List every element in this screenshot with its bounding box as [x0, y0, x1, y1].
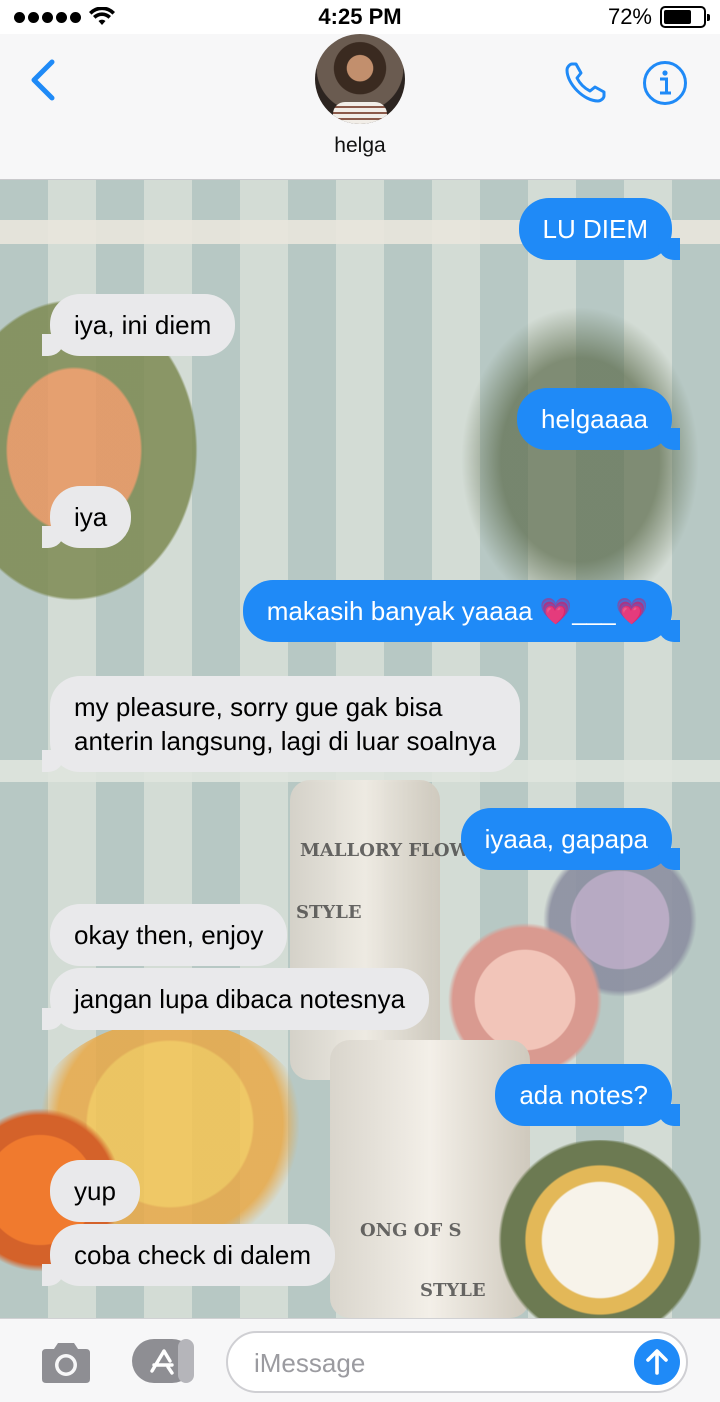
battery-area: 72%	[607, 4, 710, 30]
sent-message-bubble[interactable]: makasih banyak yaaaa 💗___💗	[242, 580, 681, 642]
apps-button[interactable]	[130, 1337, 196, 1385]
conversation-header: helga	[0, 34, 720, 180]
received-message-bubble[interactable]: iya	[41, 486, 132, 548]
arrow-up-icon	[646, 1349, 668, 1375]
received-message-bubble[interactable]: okay then, enjoy	[50, 904, 288, 966]
back-button[interactable]	[26, 56, 60, 104]
battery-percentage: 72%	[607, 4, 652, 29]
call-button[interactable]	[562, 58, 610, 106]
app-store-icon	[132, 1339, 194, 1383]
wifi-icon	[89, 7, 115, 25]
chevron-left-icon	[31, 59, 55, 101]
received-message-bubble[interactable]: coba check di dalem	[41, 1224, 336, 1286]
message-input[interactable]	[254, 1343, 634, 1383]
info-icon	[643, 61, 687, 105]
bucket-label: STYLE	[296, 902, 362, 923]
camera-button[interactable]	[38, 1339, 94, 1387]
signal-strength-icon	[14, 11, 81, 23]
received-message-bubble[interactable]: iya, ini diem	[41, 294, 236, 356]
bucket-label: ONG OF S	[360, 1220, 462, 1241]
send-button[interactable]	[634, 1339, 680, 1385]
details-button[interactable]	[642, 60, 688, 106]
received-message-bubble[interactable]: my pleasure, sorry gue gak bisa anterin …	[41, 676, 521, 772]
sent-message-bubble[interactable]: helgaaaa	[517, 388, 680, 450]
sent-message-bubble[interactable]: LU DIEM	[518, 198, 681, 260]
sent-message-bubble[interactable]: ada notes?	[495, 1064, 680, 1126]
bucket-label: STYLE	[420, 1280, 486, 1301]
message-thread[interactable]: MALLORY FLOWERS STYLE ONG OF S STYLE LU …	[0, 180, 720, 1318]
phone-icon	[565, 62, 606, 103]
contact-name[interactable]: helga	[0, 134, 720, 158]
received-message-bubble[interactable]: yup	[50, 1160, 140, 1222]
avatar[interactable]	[315, 34, 405, 124]
camera-icon	[42, 1343, 90, 1383]
message-field[interactable]	[226, 1331, 688, 1393]
received-message-bubble[interactable]: jangan lupa dibaca notesnya	[41, 968, 430, 1030]
status-bar: 4:25 PM 72%	[0, 0, 720, 34]
compose-bar	[0, 1318, 720, 1402]
battery-level	[664, 10, 692, 24]
sent-message-bubble[interactable]: iyaaa, gapapa	[460, 808, 681, 870]
battery-icon	[660, 6, 710, 28]
signal-area	[14, 7, 115, 27]
